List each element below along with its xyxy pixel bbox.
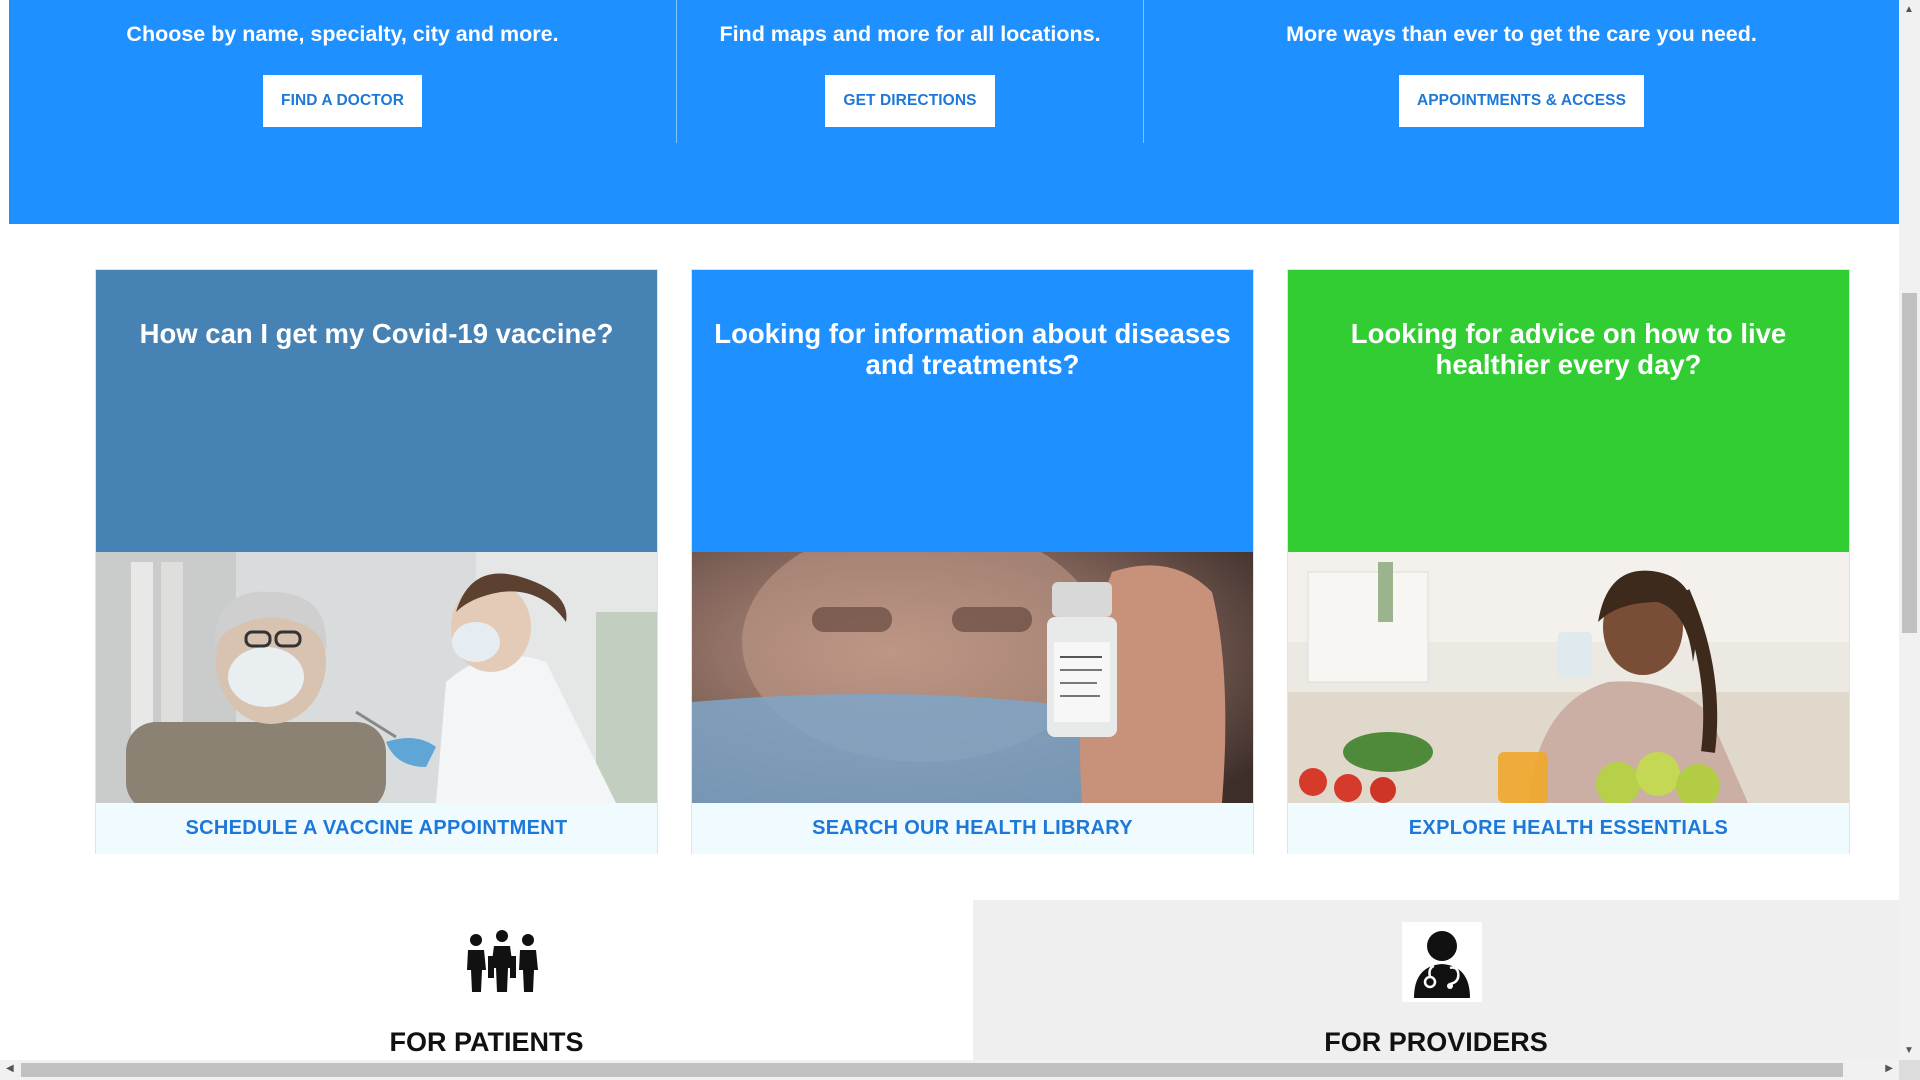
- card-heading: Looking for advice on how to live health…: [1288, 270, 1849, 552]
- get-directions-button[interactable]: GET DIRECTIONS: [825, 75, 995, 127]
- search-health-library-link[interactable]: SEARCH OUR HEALTH LIBRARY: [692, 803, 1253, 854]
- for-providers-title: FOR PROVIDERS: [1324, 1027, 1548, 1057]
- scroll-right-arrow-icon[interactable]: ▶: [1885, 1063, 1893, 1074]
- scroll-left-arrow-icon[interactable]: ◀: [6, 1063, 14, 1074]
- covid-vaccine-card: How can I get my Covid-19 vaccine? SCHED…: [95, 269, 658, 854]
- for-patients-title: FOR PATIENTS: [389, 1027, 584, 1057]
- scroll-down-arrow-icon[interactable]: ▼: [1904, 1045, 1914, 1056]
- quick-links-band: Choose by name, specialty, city and more…: [9, 0, 1899, 224]
- horizontal-scroll-thumb[interactable]: [21, 1063, 1843, 1077]
- page-viewport: Choose by name, specialty, city and more…: [0, 0, 1899, 1060]
- provider-icon-box: [1402, 922, 1482, 1002]
- doctor-stethoscope-icon: [1414, 931, 1470, 998]
- card-heading: Looking for information about diseases a…: [692, 270, 1253, 552]
- family-group-icon: [467, 930, 538, 992]
- for-patients-section[interactable]: FOR PATIENTS: [0, 900, 973, 1060]
- nurse-vaccinating-senior-woman-photo: [96, 552, 657, 803]
- find-doctor-column: Choose by name, specialty, city and more…: [9, 0, 676, 143]
- for-providers-section[interactable]: FOR PROVIDERS: [973, 900, 1899, 1060]
- appointments-access-button[interactable]: APPOINTMENTS & ACCESS: [1398, 75, 1645, 127]
- card-heading: How can I get my Covid-19 vaccine?: [96, 270, 657, 552]
- hand-holding-vaccine-vial-photo: [692, 552, 1253, 803]
- directions-column: Find maps and more for all locations. GE…: [676, 0, 1143, 143]
- appointments-text: More ways than ever to get the care you …: [1286, 22, 1757, 46]
- horizontal-scrollbar[interactable]: ◀ ▶: [0, 1060, 1899, 1080]
- health-library-card: Looking for information about diseases a…: [691, 269, 1254, 854]
- schedule-vaccine-link[interactable]: SCHEDULE A VACCINE APPOINTMENT: [96, 803, 657, 854]
- woman-drinking-water-kitchen-photo: [1288, 552, 1849, 803]
- health-essentials-card: Looking for advice on how to live health…: [1287, 269, 1850, 854]
- vertical-scrollbar[interactable]: ▲ ▼: [1899, 0, 1920, 1060]
- scroll-up-arrow-icon[interactable]: ▲: [1904, 4, 1914, 15]
- scrollbar-corner: [1899, 1060, 1920, 1080]
- explore-health-essentials-link[interactable]: EXPLORE HEALTH ESSENTIALS: [1288, 803, 1849, 854]
- directions-text: Find maps and more for all locations.: [719, 22, 1101, 46]
- find-doctor-text: Choose by name, specialty, city and more…: [126, 22, 559, 46]
- appointments-column: More ways than ever to get the care you …: [1143, 0, 1899, 143]
- find-a-doctor-button[interactable]: FIND A DOCTOR: [263, 75, 422, 127]
- vertical-scroll-thumb[interactable]: [1902, 293, 1917, 633]
